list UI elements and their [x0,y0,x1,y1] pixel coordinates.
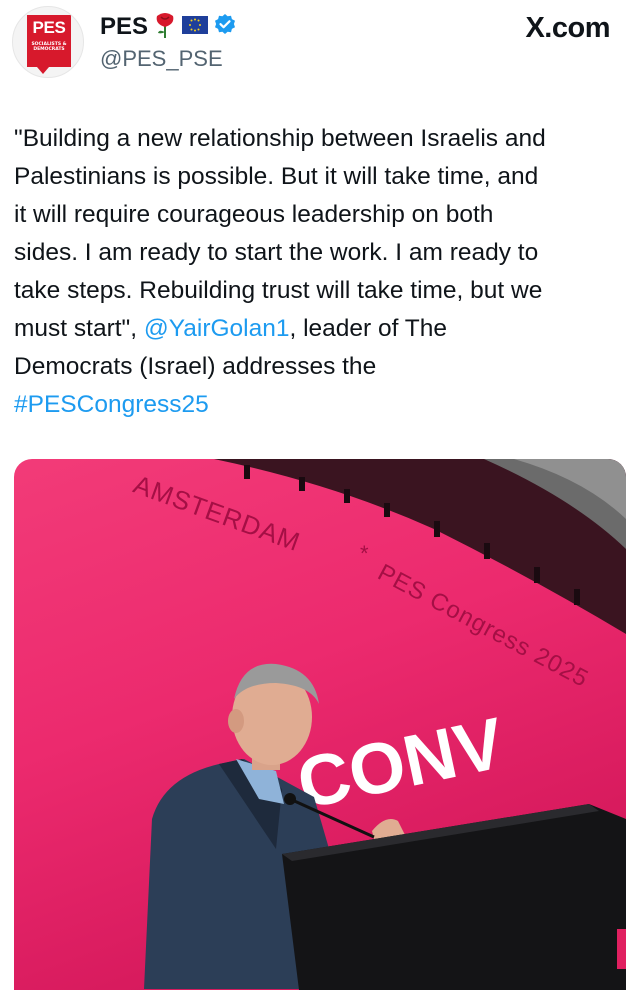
eu-flag-icon [182,15,209,40]
pes-logo-subtext: SOCIALISTS & DEMOCRATS [31,42,67,52]
tweet-photo[interactable]: CONV AMSTERDAM * PES Congress 2025 [14,459,626,990]
stage-photo-illustration: CONV [144,459,626,990]
hashtag-link[interactable]: #PESCongress25 [14,386,626,424]
tweet-line: Democrats (Israel) addresses the [14,353,377,380]
tweet-line: "Building a new relationship between Isr… [14,125,546,152]
tweet-line: take steps. Rebuilding trust will take t… [14,277,543,304]
rose-icon [154,12,176,43]
screen-text: CONV [291,703,511,825]
pes-logo-tail [37,67,49,74]
mention-link[interactable]: @YairGolan1 [144,315,290,342]
pes-logo: PES SOCIALISTS & DEMOCRATS [27,15,71,67]
pes-logo-text: PES [32,18,66,37]
tweet-text-segment: , leader of The [289,315,448,342]
display-name[interactable]: PES [100,13,148,41]
tweet-line-mention: must start", @YairGolan1, leader of The [14,310,626,348]
tweet-line: sides. I am ready to start the work. I a… [14,239,539,266]
site-label: X.com [525,12,610,44]
name-row: PES [100,12,236,42]
banner-star: * [360,541,370,566]
tweet-text: "Building a new relationship between Isr… [14,120,626,424]
tweet-header: PES SOCIALISTS & DEMOCRATS PES @PES_PSE … [0,0,640,100]
tweet-text-segment: must start", [14,315,144,342]
verified-icon [214,13,236,41]
tweet-line: it will require courageous leadership on… [14,201,494,228]
account-handle[interactable]: @PES_PSE [100,46,223,72]
tweet-line: Palestinians is possible. But it will ta… [14,163,539,190]
avatar[interactable]: PES SOCIALISTS & DEMOCRATS [12,6,84,78]
